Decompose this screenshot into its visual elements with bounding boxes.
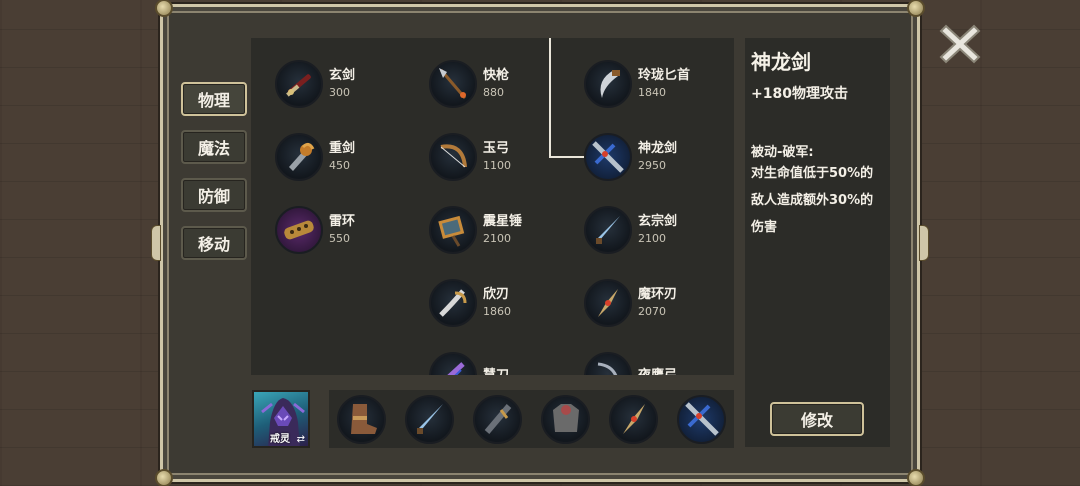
shop-item[interactable]: 玄剑 300 — [275, 60, 355, 108]
detail-desc-line: 敌人造成额外30%的 — [751, 193, 874, 208]
frame-corner — [907, 469, 925, 486]
hero-portrait[interactable]: 戒灵 ⇄ — [252, 390, 310, 448]
shop-item[interactable]: 神龙剑 2950 — [584, 133, 677, 181]
shop-item[interactable]: 玲珑匕首 1840 — [584, 60, 690, 108]
item-grid: 玄剑 300 重剑 450 雷环 550 快枪 880 玉弓 1100 震星锤 … — [251, 38, 734, 375]
item-price: 450 — [329, 159, 350, 172]
detail-desc-line: 伤害 — [751, 220, 778, 235]
item-name: 雷环 — [329, 214, 356, 229]
equipped-items-bar — [329, 390, 734, 448]
hero-name: 戒灵 — [270, 434, 290, 445]
armor-icon — [552, 404, 579, 432]
item-name: 玄宗剑 — [638, 214, 678, 229]
hammer-icon — [429, 206, 477, 254]
item-price: 1100 — [483, 159, 511, 172]
item-price: 550 — [329, 232, 350, 245]
item-name: 震星锤 — [483, 214, 523, 229]
modify-button[interactable]: 修改 — [770, 402, 864, 436]
shop-item[interactable]: 欣刃 1860 — [429, 279, 511, 327]
equip-slot[interactable] — [677, 394, 726, 444]
boots-icon — [350, 404, 377, 434]
item-name: 玉弓 — [483, 141, 510, 156]
item-price: 300 — [329, 86, 350, 99]
equip-slot[interactable] — [405, 394, 454, 444]
blade-icon — [416, 404, 443, 434]
heavy-sword-icon — [275, 133, 323, 181]
shop-item[interactable]: 雷环 550 — [275, 206, 355, 254]
shop-item[interactable]: 魔环刃 2070 — [584, 279, 677, 327]
dagger-icon — [584, 60, 632, 108]
item-name: 欣刃 — [483, 287, 510, 302]
item-name: 玄剑 — [329, 68, 356, 83]
shop-item[interactable]: 重剑 450 — [275, 133, 355, 181]
item-name: 玲珑匕首 — [638, 68, 691, 83]
blade-icon — [584, 206, 632, 254]
tab-defense[interactable]: 防御 — [181, 178, 247, 212]
dragon-sword-icon — [584, 133, 632, 181]
detail-stat: +180物理攻击 — [751, 86, 848, 102]
shop-item[interactable]: 夜鹰弓 — [584, 352, 677, 375]
bow-icon — [429, 133, 477, 181]
tab-magic[interactable]: 魔法 — [181, 130, 247, 164]
thunder-ring-icon — [275, 206, 323, 254]
category-tabs: 物理 魔法 防御 移动 — [181, 82, 247, 260]
curved-blade-icon — [429, 279, 477, 327]
tree-connector — [549, 156, 587, 158]
item-price: 2100 — [638, 232, 666, 245]
equip-slot[interactable] — [541, 394, 590, 444]
item-name: 重剑 — [329, 141, 356, 156]
equip-slot[interactable] — [473, 394, 522, 444]
purple-blade-icon — [429, 352, 477, 375]
item-price: 1840 — [638, 86, 666, 99]
item-name: 快枪 — [483, 68, 510, 83]
item-name: 神龙剑 — [638, 141, 678, 156]
detail-desc-line: 对生命值低于50%的 — [751, 166, 874, 181]
dark-sword-icon — [484, 404, 511, 434]
spear-icon — [429, 60, 477, 108]
frame-side-tab — [151, 225, 161, 261]
item-detail-panel: 神龙剑 +180物理攻击 被动-破军: 对生命值低于50%的 敌人造成额外30%… — [745, 38, 890, 447]
item-price: 2100 — [483, 232, 511, 245]
shop-item[interactable]: 慧刀 — [429, 352, 509, 375]
shop-item[interactable]: 震星锤 2100 — [429, 206, 522, 254]
shop-item[interactable]: 快枪 880 — [429, 60, 509, 108]
equip-slot[interactable] — [337, 394, 386, 444]
item-name: 夜鹰弓 — [638, 367, 677, 375]
tab-physical[interactable]: 物理 — [181, 82, 247, 116]
sword-icon — [275, 60, 323, 108]
frame-corner — [155, 0, 173, 17]
swap-icon[interactable]: ⇄ — [297, 434, 305, 445]
close-icon — [939, 24, 981, 64]
detail-item-name: 神龙剑 — [751, 50, 811, 74]
item-price: 1860 — [483, 305, 511, 318]
shop-item[interactable]: 玉弓 1100 — [429, 133, 511, 181]
item-name: 慧刀 — [483, 367, 509, 375]
equip-slot[interactable] — [609, 394, 658, 444]
tab-movement[interactable]: 移动 — [181, 226, 247, 260]
frame-side-tab — [919, 225, 929, 261]
item-price: 880 — [483, 86, 504, 99]
close-button[interactable] — [936, 20, 984, 68]
night-bow-icon — [584, 352, 632, 375]
frame-corner — [907, 0, 925, 17]
detail-passive-title: 被动-破军: — [751, 145, 814, 160]
frame-corner — [155, 469, 173, 486]
shop-item[interactable]: 玄宗剑 2100 — [584, 206, 677, 254]
item-price: 2950 — [638, 159, 666, 172]
item-price: 2070 — [638, 305, 666, 318]
item-name: 魔环刃 — [638, 287, 678, 302]
tree-connector — [549, 38, 551, 158]
dragon-sword-icon — [684, 402, 719, 436]
ring-blade-icon — [584, 279, 632, 327]
ring-blade-icon — [622, 404, 645, 434]
detail-description: 对生命值低于50%的 敌人造成额外30%的 伤害 — [751, 160, 884, 241]
